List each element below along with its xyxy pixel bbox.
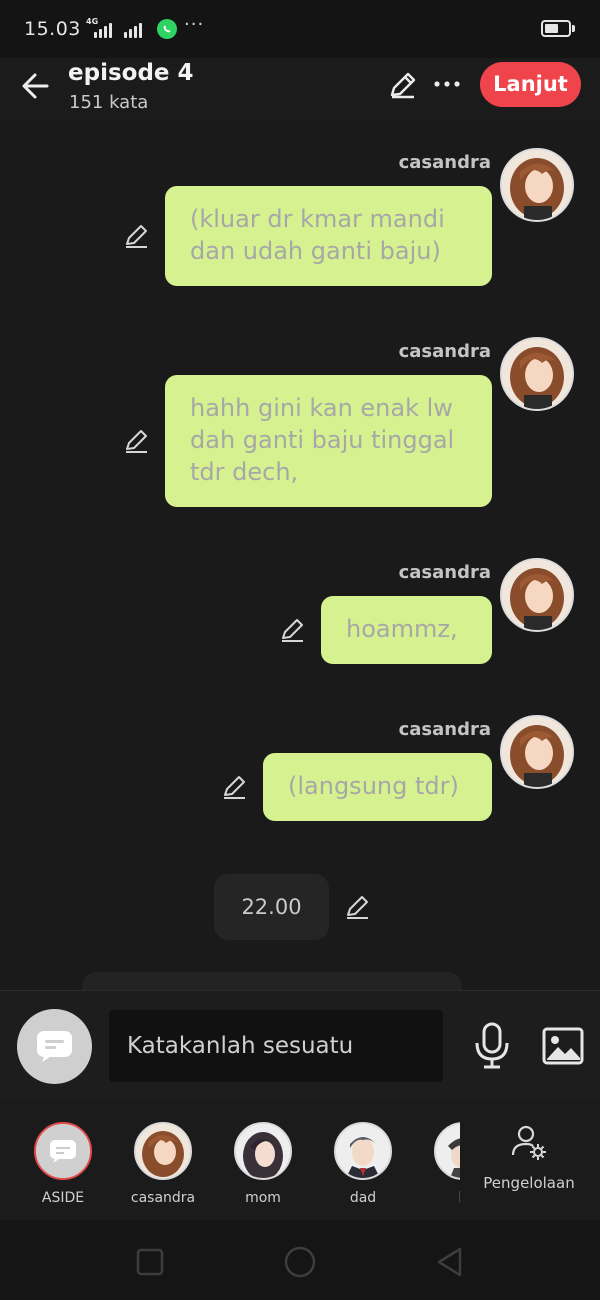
chat-area[interactable]: casandra (kluar dr kmar mandi dan udah g… [0, 122, 600, 990]
recents-square-icon[interactable] [130, 1242, 170, 1282]
speaker-name: casandra [398, 152, 491, 173]
character-b[interactable]: b [413, 1122, 460, 1206]
person-settings-icon [511, 1125, 546, 1160]
character-name: casandra [130, 1190, 196, 1206]
app-bar: episode 4 151 kata Lanjut [0, 58, 600, 122]
image-icon[interactable] [541, 1025, 585, 1069]
battery-level [545, 24, 558, 33]
mom-avatar [234, 1122, 292, 1180]
speaker-name: casandra [398, 341, 491, 362]
partially-visible-bubble[interactable] [82, 972, 462, 990]
speaker-name: casandra [398, 719, 491, 740]
speaker-name: casandra [398, 562, 491, 583]
character-list[interactable]: ASIDE casandra mom dad b [0, 1100, 460, 1220]
whatsapp-icon [157, 19, 177, 39]
message-bubble[interactable]: hahh gini kan enak lw dah ganti baju tin… [165, 375, 492, 507]
aside-mode-button[interactable] [17, 1009, 92, 1084]
b-avatar [434, 1122, 460, 1180]
battery-icon [541, 20, 571, 37]
casandra-avatar [134, 1122, 192, 1180]
more-notifications-icon: ··· [184, 14, 205, 35]
system-navigation-bar [0, 1220, 600, 1300]
back-arrow-icon[interactable] [16, 66, 56, 106]
word-count: 151 kata [69, 92, 149, 113]
character-casandra[interactable]: casandra [113, 1122, 213, 1206]
aside-avatar [34, 1122, 92, 1180]
back-triangle-icon[interactable] [430, 1242, 470, 1282]
edit-message-icon[interactable] [122, 221, 152, 251]
edit-message-icon[interactable] [122, 426, 152, 456]
signal-icon-2 [124, 22, 142, 38]
next-button[interactable]: Lanjut [480, 62, 581, 107]
avatar-casandra[interactable] [500, 558, 574, 632]
character-name: dad [349, 1190, 377, 1206]
microphone-icon[interactable] [470, 1021, 514, 1071]
episode-title: episode 4 [68, 60, 194, 86]
manage-characters-button[interactable]: Pengelolaan [478, 1122, 580, 1192]
character-name: b [413, 1190, 460, 1206]
message-input[interactable] [109, 1010, 443, 1082]
home-circle-icon[interactable] [280, 1242, 320, 1282]
edit-narration-icon[interactable] [343, 892, 373, 922]
more-options-icon[interactable] [430, 68, 464, 102]
character-mom[interactable]: mom [213, 1122, 313, 1206]
edit-pencil-icon[interactable] [386, 68, 420, 102]
avatar-casandra[interactable] [500, 148, 574, 222]
edit-message-icon[interactable] [220, 772, 250, 802]
message-bubble[interactable]: hoammz, [321, 596, 492, 664]
character-name: mom [245, 1190, 281, 1206]
manage-label: Pengelolaan [483, 1174, 575, 1192]
status-bar: 15.03 4G ··· [0, 0, 600, 58]
message-bubble[interactable]: (langsung tdr) [263, 753, 492, 821]
status-time: 15.03 [24, 18, 81, 40]
message-composer [0, 990, 600, 1100]
avatar-casandra[interactable] [500, 715, 574, 789]
dad-avatar [334, 1122, 392, 1180]
character-name: ASIDE [41, 1190, 85, 1206]
character-dad[interactable]: dad [313, 1122, 413, 1206]
narration-bubble[interactable]: 22.00 [214, 874, 329, 940]
signal-icon [94, 22, 112, 38]
avatar-casandra[interactable] [500, 337, 574, 411]
character-selector: ASIDE casandra mom dad b [0, 1100, 600, 1220]
battery-tip [572, 25, 575, 32]
character-aside[interactable]: ASIDE [13, 1122, 113, 1206]
message-bubble[interactable]: (kluar dr kmar mandi dan udah ganti baju… [165, 186, 492, 286]
edit-message-icon[interactable] [278, 615, 308, 645]
